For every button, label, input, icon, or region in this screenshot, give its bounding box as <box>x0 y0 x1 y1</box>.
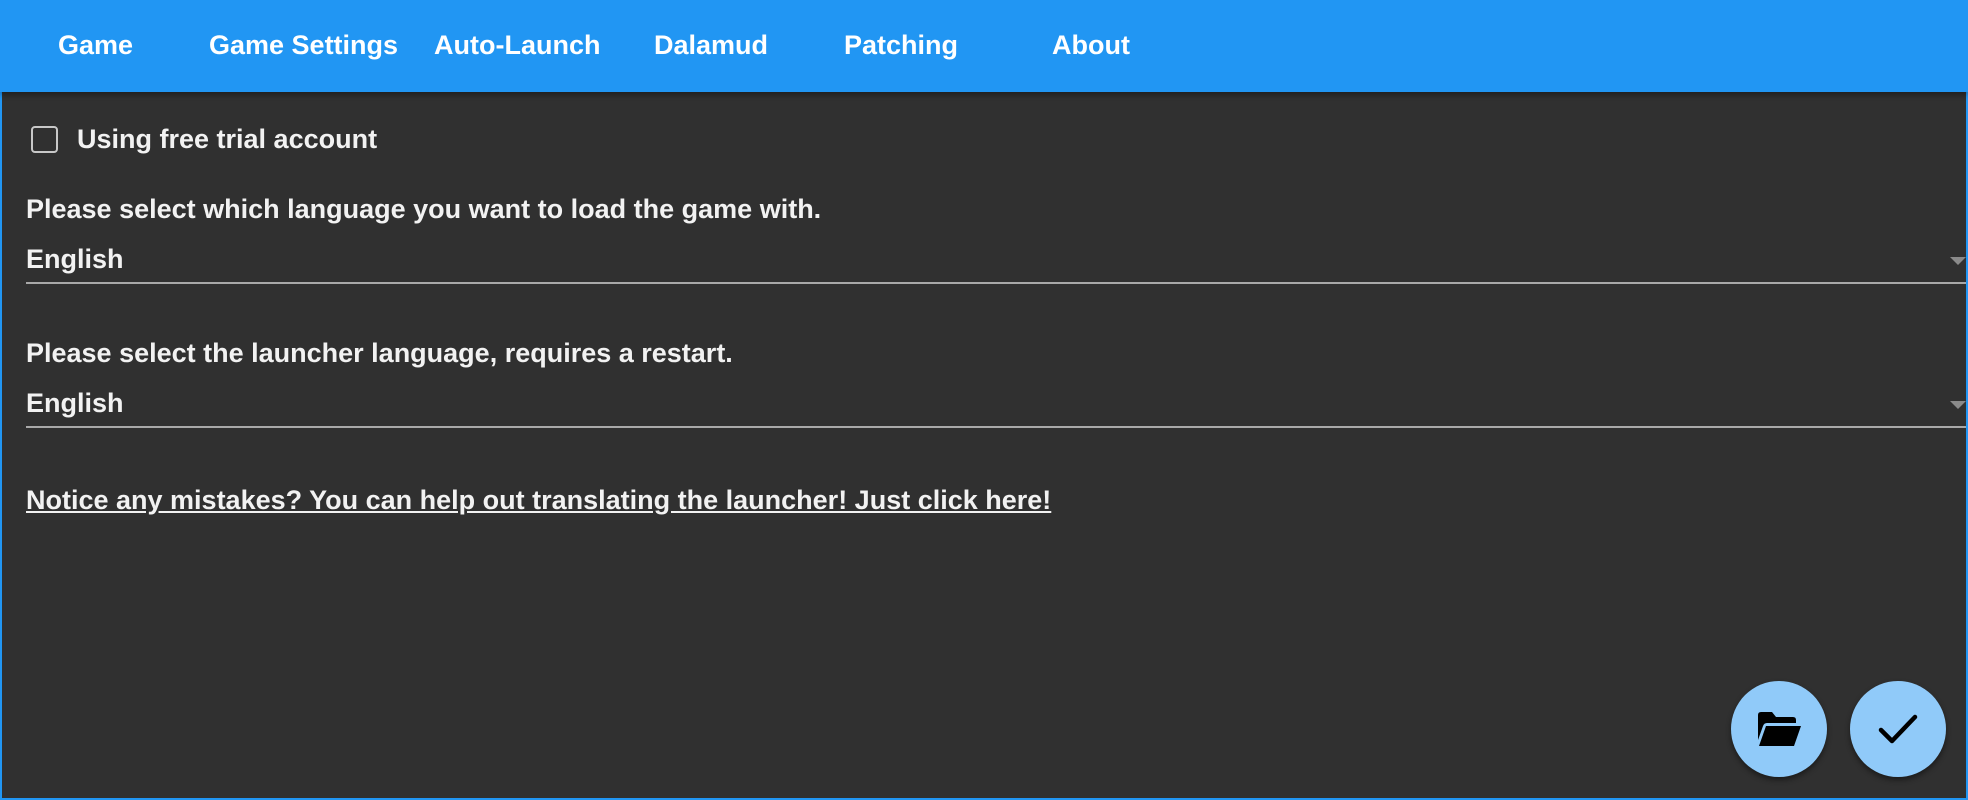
tab-game[interactable]: Game <box>58 0 133 92</box>
folder-open-icon <box>1758 712 1801 746</box>
launcher-language-prompt: Please select the launcher language, req… <box>26 338 733 368</box>
free-trial-checkbox[interactable] <box>31 125 58 153</box>
open-folder-button[interactable] <box>1731 681 1827 777</box>
tab-auto-launch[interactable]: Auto-Launch <box>434 0 600 92</box>
launcher-language-select[interactable]: English <box>26 384 1966 428</box>
tab-bar: Game Game Settings Auto-Launch Dalamud P… <box>0 0 1968 92</box>
settings-panel: Using free trial account Please select w… <box>2 92 1966 798</box>
game-language-prompt: Please select which language you want to… <box>26 194 822 224</box>
tab-patching[interactable]: Patching <box>844 0 958 92</box>
accept-button[interactable] <box>1850 681 1946 777</box>
free-trial-label: Using free trial account <box>77 123 378 154</box>
tab-about[interactable]: About <box>1052 0 1130 92</box>
launcher-language-value: English <box>26 388 124 418</box>
free-trial-checkbox-row[interactable]: Using free trial account <box>31 122 377 156</box>
game-language-select[interactable]: English <box>26 240 1966 284</box>
dropdown-arrow-icon <box>1950 257 1966 265</box>
tab-game-settings[interactable]: Game Settings <box>209 0 398 92</box>
translate-link[interactable]: Notice any mistakes? You can help out tr… <box>26 485 1051 516</box>
check-icon <box>1878 714 1918 744</box>
game-language-value: English <box>26 244 124 274</box>
tab-dalamud[interactable]: Dalamud <box>654 0 768 92</box>
settings-window: Game Game Settings Auto-Launch Dalamud P… <box>0 0 1968 800</box>
dropdown-arrow-icon <box>1950 401 1966 409</box>
